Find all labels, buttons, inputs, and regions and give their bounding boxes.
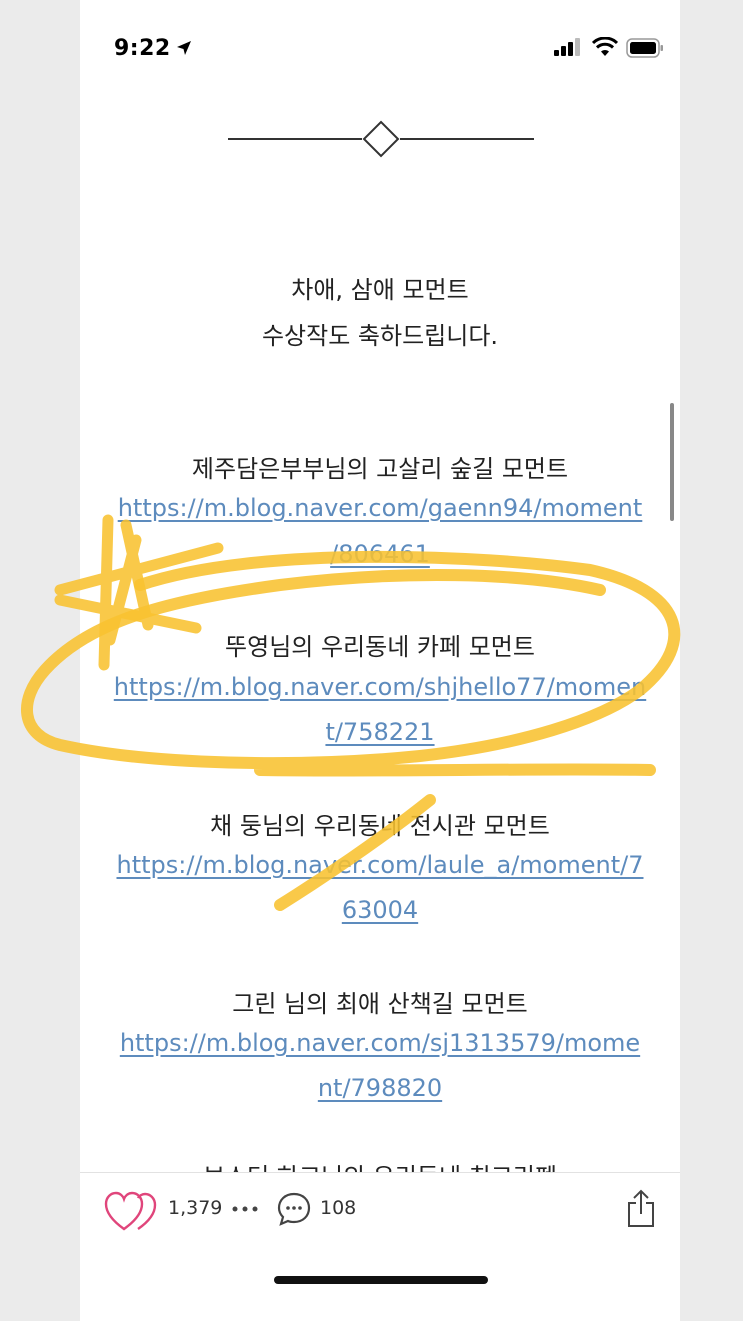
status-bar: 9:22	[80, 20, 680, 70]
entry-title: 뚜영님의 우리동네 카페 모먼트	[225, 633, 535, 661]
entry-link[interactable]: 63004	[80, 896, 680, 924]
entry-link[interactable]: https://m.blog.naver.com/shjhello77/mome…	[80, 673, 680, 701]
battery-icon	[626, 38, 663, 58]
entry-link[interactable]: /806461	[80, 540, 680, 568]
entry-link[interactable]: https://m.blog.naver.com/laule_a/moment/…	[80, 851, 680, 879]
comment-bubble-icon[interactable]	[276, 1191, 312, 1227]
wifi-icon	[592, 37, 618, 56]
clock: 9:22	[114, 36, 171, 61]
entry-link[interactable]: nt/798820	[80, 1074, 680, 1102]
phone-screen: 9:22 차애, 삼애 모먼트 수상작도 축하드립니다. 제주담은부부님의 고살…	[80, 0, 680, 1321]
bottom-toolbar: 1,379 108	[80, 1172, 680, 1253]
entry-title: 채 둥님의 우리동네 전시관 모먼트	[210, 812, 550, 840]
like-count: 1,379	[168, 1197, 223, 1219]
cellular-signal-icon	[554, 38, 580, 56]
entry-link[interactable]: t/758221	[80, 718, 680, 746]
more-dots-icon[interactable]	[230, 1199, 260, 1219]
home-indicator	[274, 1276, 488, 1284]
entry-link[interactable]: https://m.blog.naver.com/gaenn94/moment	[80, 494, 680, 522]
share-icon[interactable]	[625, 1189, 657, 1229]
intro-line: 차애, 삼애 모먼트	[291, 276, 469, 304]
location-arrow-icon	[177, 41, 191, 55]
diamond-divider	[228, 120, 534, 158]
heart-like-icon[interactable]	[104, 1189, 158, 1233]
entry-title: 그린 님의 최애 산책길 모먼트	[232, 990, 528, 1018]
entry-title: 제주담은부부님의 고살리 숲길 모먼트	[191, 455, 569, 483]
entry-link[interactable]: https://m.blog.naver.com/sj1313579/mome	[80, 1029, 680, 1057]
scrollbar-thumb[interactable]	[670, 403, 674, 521]
intro-line: 수상작도 축하드립니다.	[261, 322, 499, 350]
comment-count: 108	[320, 1197, 357, 1219]
